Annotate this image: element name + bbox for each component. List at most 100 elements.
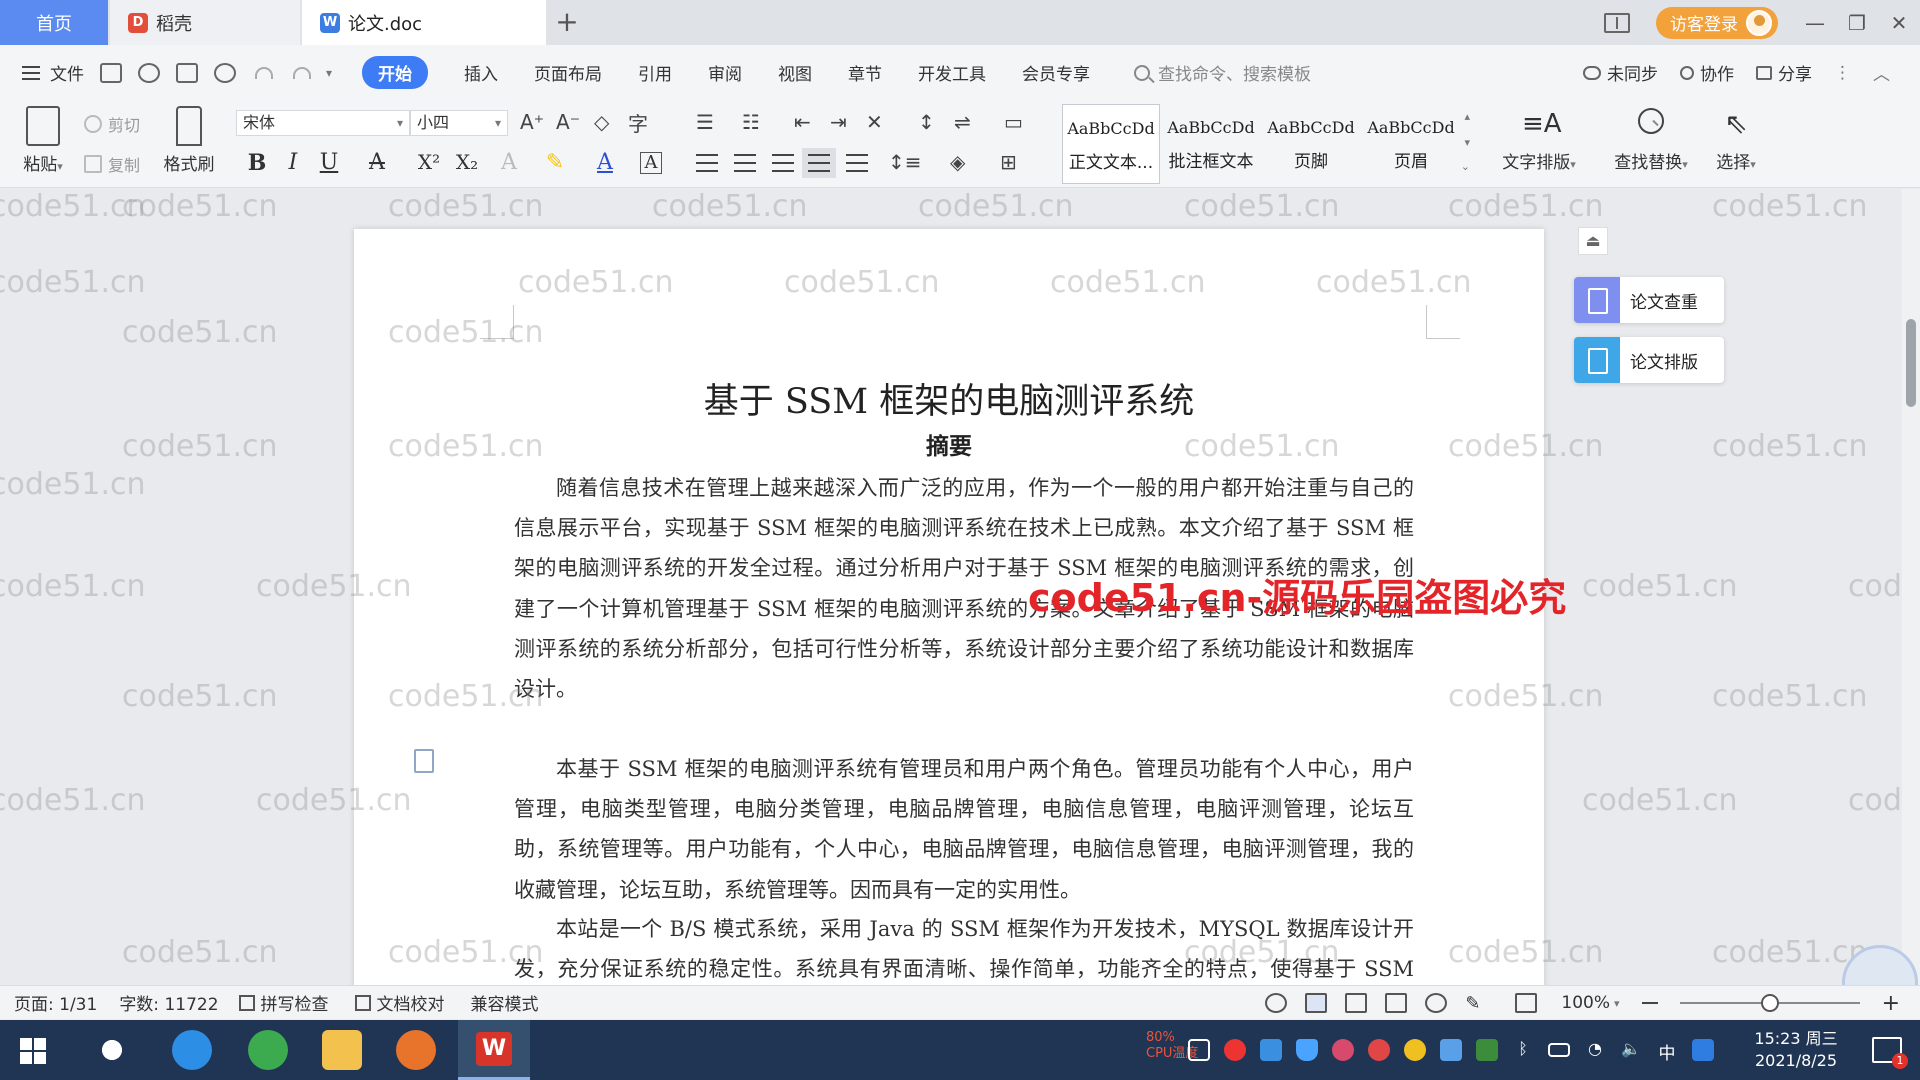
undo-icon[interactable] [252,63,274,83]
more-icon[interactable]: ⋮ [1834,63,1851,83]
zoom-dropdown-icon[interactable]: ▾ [1614,997,1620,1010]
highlight-icon[interactable]: ✎ [540,150,570,175]
quick-access-dropdown-icon[interactable]: ▾ [326,66,332,80]
paper-format-button[interactable]: 论文排版 [1574,337,1724,383]
print-icon[interactable] [176,62,198,83]
tray-monitor-icon[interactable] [1188,1039,1210,1061]
style-more-icon[interactable]: ⌄ [1461,160,1470,173]
wps-writer-icon[interactable]: W [458,1020,530,1080]
align-right-icon[interactable] [772,154,794,172]
style-normal-text[interactable]: AaBbCcDd 正文文本... [1062,104,1160,184]
bullet-list-icon[interactable]: ☰ [696,110,714,134]
select-button[interactable]: ⇖ 选择▾ [1696,106,1776,173]
style-scroll-down-icon[interactable]: ▾ [1464,136,1470,149]
collapse-ribbon-icon[interactable]: ︿ [1873,60,1890,85]
decrease-indent-icon[interactable]: ⇤ [794,110,811,134]
paste-button[interactable]: 粘贴▾ [8,106,78,175]
bold-button[interactable]: B [242,150,272,176]
save-icon[interactable] [100,62,122,83]
tray-app-icon[interactable] [1368,1039,1390,1061]
distribute-icon[interactable] [846,154,868,172]
eye-protect-icon[interactable] [1265,993,1288,1013]
phonetic-guide-icon[interactable]: 字 [628,108,648,137]
collaborate-button[interactable]: 协作 [1680,60,1734,85]
tab-start[interactable]: 开始 [362,56,429,89]
line-spacing-icon[interactable]: ↕≡ [888,150,922,174]
cut-button[interactable]: 剪切 [84,112,140,136]
tray-red-icon[interactable] [1224,1039,1246,1061]
strikethrough-button[interactable]: A [362,150,392,175]
document-page[interactable]: 基于 SSM 框架的电脑测评系统 摘要 随着信息技术在管理上越来越深入而广泛的应… [354,229,1566,985]
paragraph-marker-icon[interactable] [414,749,434,773]
wifi-icon[interactable]: ◔ [1584,1039,1606,1061]
tray-app-icon[interactable] [1332,1039,1354,1061]
style-scroll-up-icon[interactable]: ▴ [1464,110,1470,123]
windows-start-icon[interactable] [20,1038,46,1064]
tab-daoke[interactable]: D 稻壳 [110,0,300,45]
tab-view[interactable]: 视图 [778,60,812,85]
zoom-in-icon[interactable]: + [1882,991,1900,1016]
paper-check-button[interactable]: 论文查重 [1574,277,1724,323]
close-icon[interactable]: ✕ [1878,11,1920,35]
outline-view-icon[interactable] [1345,993,1368,1013]
minimize-icon[interactable]: — [1794,11,1836,35]
clock[interactable]: 15:23 周三 2021/8/25 [1736,1028,1856,1072]
internet-explorer-icon[interactable] [172,1030,212,1070]
search-app-icon[interactable] [1692,1039,1714,1061]
tab-review[interactable]: 审阅 [708,60,742,85]
copy-button[interactable]: 复制 [84,152,140,176]
page-indicator[interactable]: 页面: 1/31 [14,990,97,1015]
table-toolbox-icon[interactable]: ▭ [1004,110,1023,134]
clear-format-icon[interactable]: ◇ [594,110,609,134]
scrollbar-thumb[interactable] [1906,319,1916,407]
tab-insert[interactable]: 插入 [464,60,498,85]
notification-icon[interactable]: 1 [1872,1037,1908,1069]
ime-indicator[interactable]: 中 [1656,1039,1678,1064]
zoom-level[interactable]: 100% [1561,993,1610,1013]
redo-icon[interactable] [290,63,312,83]
spell-check-button[interactable]: 拼写检查 [238,990,329,1015]
font-name-select[interactable]: 宋体 [236,110,410,136]
zoom-slider-knob[interactable] [1760,994,1779,1012]
chinese-layout-icon[interactable]: ✕ [866,110,883,134]
increase-indent-icon[interactable]: ⇥ [830,110,847,134]
find-replace-button[interactable]: 查找替换▾ [1606,106,1696,173]
tab-document[interactable]: W 论文.doc [302,0,546,45]
tray-app-icon[interactable] [1404,1039,1426,1061]
style-comment-text[interactable]: AaBbCcDd 批注框文本 [1162,104,1260,184]
sort-icon[interactable]: ↕ [918,110,935,134]
tab-home[interactable]: 首页 [0,0,108,45]
shrink-font-icon[interactable]: A⁻ [556,110,580,134]
window-layout-icon[interactable] [1604,12,1630,33]
char-border-button[interactable]: A [640,152,662,174]
show-marks-icon[interactable]: ⇌ [954,110,971,134]
tab-chapter[interactable]: 章节 [848,60,882,85]
text-layout-button[interactable]: ≡A 文字排版▾ [1494,106,1584,173]
style-header[interactable]: AaBbCcDd 页眉 [1362,104,1460,184]
browser-360-icon[interactable] [248,1030,288,1070]
print-preview-icon[interactable] [214,62,236,83]
numbered-list-icon[interactable]: ☷ [742,110,760,134]
command-search[interactable]: 查找命令、搜索模板 [1134,60,1311,85]
tray-blue-icon[interactable] [1260,1039,1282,1061]
shading-icon[interactable]: ◈ [950,150,965,174]
pinwheel-app-icon[interactable] [92,1030,132,1070]
media-player-icon[interactable] [396,1030,436,1070]
shield-icon[interactable] [1296,1039,1318,1061]
font-color-button[interactable]: A [590,150,620,175]
grow-font-icon[interactable]: A⁺ [520,110,544,134]
fit-page-icon[interactable] [1515,993,1538,1013]
font-size-select[interactable]: 小四 [410,110,508,136]
document-canvas[interactable]: code51.cn code51.cn code51.cn code51.cn … [0,189,1920,985]
sync-button[interactable]: 未同步 [1583,60,1658,85]
page-view-icon[interactable] [1305,993,1328,1013]
tab-developer[interactable]: 开发工具 [918,60,986,85]
proofread-button[interactable]: 文档校对 [354,990,445,1015]
zoom-slider[interactable] [1679,994,1860,1012]
tray-app-icon[interactable] [1440,1039,1462,1061]
web-view-icon[interactable] [1425,993,1448,1013]
word-count[interactable]: 字数: 11722 [119,990,218,1015]
tab-references[interactable]: 引用 [638,60,672,85]
restore-icon[interactable]: ❐ [1836,11,1878,35]
subscript-button[interactable]: X₂ [452,150,482,174]
